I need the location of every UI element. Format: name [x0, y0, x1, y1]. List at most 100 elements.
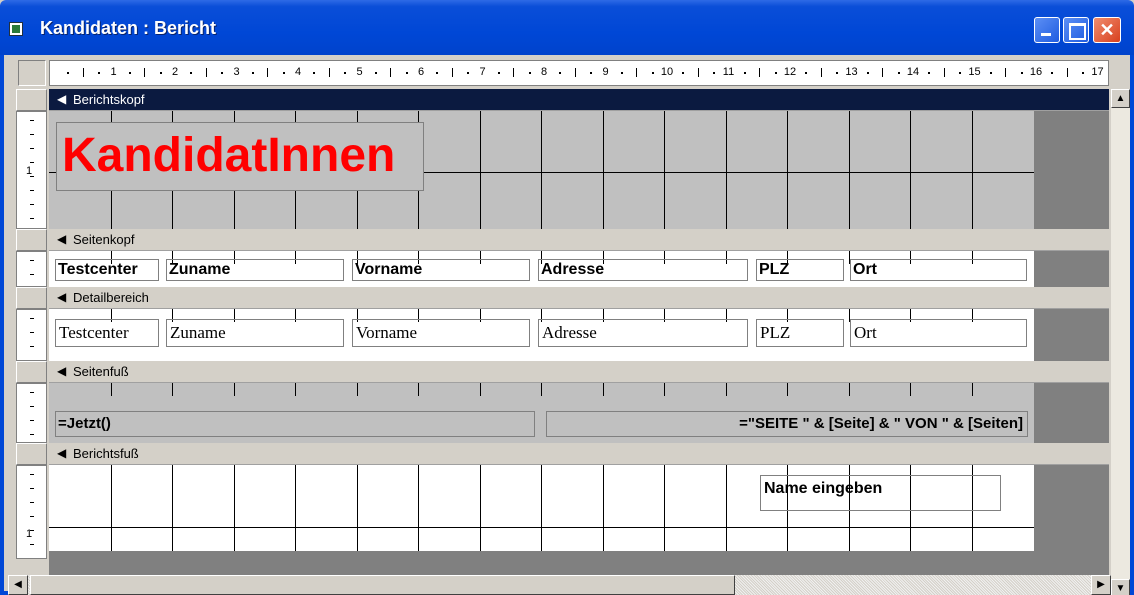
section-bar-detail[interactable]: ◀ Detailbereich: [49, 287, 1109, 309]
grid-line: [725, 465, 727, 551]
vertical-scrollbar[interactable]: ▲ ▼: [1111, 89, 1130, 595]
section-label: Seitenkopf: [73, 232, 135, 247]
ruler-tick: [436, 72, 439, 74]
grid-line: [725, 111, 727, 229]
field-testcenter[interactable]: Testcenter: [55, 319, 159, 347]
ruler-tick: [30, 434, 34, 435]
ruler-number: 6: [417, 66, 425, 78]
grid-line: [787, 383, 788, 396]
close-button[interactable]: ✕: [1093, 17, 1121, 43]
section-arrow-icon: ◀: [57, 446, 67, 460]
minimize-button[interactable]: [1034, 17, 1060, 43]
field-date-expression[interactable]: =Jetzt(): [55, 411, 535, 437]
grid-line: [541, 465, 542, 551]
section-selector[interactable]: [16, 443, 47, 465]
ruler-tick: [1020, 72, 1023, 74]
vertical-ruler-segment: [16, 309, 47, 361]
report-icon[interactable]: [9, 22, 23, 36]
grid-line: [787, 111, 788, 229]
label-adresse[interactable]: Adresse: [538, 259, 748, 281]
ruler-tick: [30, 274, 34, 275]
ruler-tick: [390, 68, 392, 77]
field-ort[interactable]: Ort: [850, 319, 1027, 347]
scroll-thumb[interactable]: [30, 575, 735, 595]
horizontal-scrollbar[interactable]: ◀ ▶: [8, 575, 1111, 595]
ruler-number: 14: [906, 66, 920, 78]
report-selector[interactable]: [18, 60, 46, 86]
ruler-number: 5: [356, 66, 363, 78]
ruler-tick: [697, 68, 699, 77]
ruler-tick: [98, 72, 101, 74]
scroll-down-icon[interactable]: ▼: [1111, 579, 1130, 595]
ruler-number: 7: [479, 66, 486, 78]
scroll-up-icon[interactable]: ▲: [1111, 89, 1130, 108]
ruler-tick: [405, 72, 408, 74]
field-adresse[interactable]: Adresse: [538, 319, 748, 347]
ruler-tick: [467, 72, 470, 74]
ruler-tick: [30, 516, 34, 517]
scroll-left-icon[interactable]: ◀: [8, 575, 28, 595]
vertical-ruler-segment: [16, 251, 47, 287]
ruler-tick: [774, 72, 777, 74]
section-selector[interactable]: [16, 287, 47, 309]
section-bar-page-footer[interactable]: ◀ Seitenfuß: [49, 361, 1109, 383]
ruler-tick: [1066, 68, 1068, 77]
horizontal-ruler[interactable]: 1 2 3 4 5 6 7 8 9 10 11 12 13 14 15 16 17: [49, 60, 1109, 86]
ruler-tick: [513, 68, 515, 77]
field-plz[interactable]: PLZ: [756, 319, 844, 347]
section-selector[interactable]: [16, 229, 47, 251]
ruler-tick: [636, 68, 638, 77]
section-selector[interactable]: [16, 89, 47, 111]
ruler-number: 17: [1091, 66, 1104, 78]
field-vorname[interactable]: Vorname: [352, 319, 530, 347]
label-zuname[interactable]: Zuname: [166, 259, 344, 281]
grid-line: [479, 383, 481, 396]
vertical-ruler-segment: 1: [16, 465, 47, 559]
label-testcenter[interactable]: Testcenter: [55, 259, 159, 281]
section-arrow-icon: ◀: [57, 92, 67, 106]
grid-line: [356, 465, 358, 551]
report-title-label[interactable]: KandidatInnen: [56, 122, 424, 191]
maximize-button[interactable]: [1063, 17, 1089, 43]
label-name-eingeben[interactable]: Name eingeben: [760, 475, 1001, 511]
grid-line: [418, 465, 419, 551]
ruler-tick: [713, 72, 716, 74]
ruler-tick: [989, 72, 992, 74]
ruler-tick: [82, 68, 84, 77]
section-bar-page-header[interactable]: ◀ Seitenkopf: [49, 229, 1109, 251]
section-bar-report-footer[interactable]: ◀ Berichtsfuß: [49, 443, 1109, 465]
grid-line: [848, 383, 850, 396]
ruler-tick: [805, 72, 808, 74]
ruler-tick: [328, 68, 330, 77]
field-zuname[interactable]: Zuname: [166, 319, 344, 347]
ruler-tick: [651, 72, 654, 74]
ruler-tick: [928, 72, 931, 74]
label-vorname[interactable]: Vorname: [352, 259, 530, 281]
title-bar[interactable]: Kandidaten : Bericht ✕: [0, 0, 1134, 55]
ruler-number: 1: [110, 66, 117, 78]
vertical-ruler[interactable]: 1 1: [16, 89, 47, 595]
section-label: Berichtsfuß: [73, 446, 139, 461]
section-bar-report-header[interactable]: ◀ Berichtskopf: [49, 89, 1109, 111]
ruler-tick: [743, 72, 746, 74]
ruler-tick: [30, 488, 34, 489]
section-arrow-icon: ◀: [57, 364, 67, 378]
close-icon: ✕: [1099, 20, 1115, 40]
scroll-right-icon[interactable]: ▶: [1091, 575, 1111, 595]
ruler-tick: [205, 68, 207, 77]
grid-line: [602, 111, 604, 229]
section-label: Seitenfuß: [73, 364, 129, 379]
section-selector[interactable]: [16, 361, 47, 383]
grid-line: [664, 111, 665, 229]
ruler-number: 8: [540, 66, 548, 78]
field-page-expression[interactable]: ="SEITE " & [Seite] & " VON " & [Seiten]: [546, 411, 1028, 437]
ruler-tick: [559, 72, 562, 74]
grid-line: [295, 465, 296, 551]
ruler-tick: [1051, 72, 1054, 74]
label-ort[interactable]: Ort: [850, 259, 1027, 281]
label-plz[interactable]: PLZ: [756, 259, 844, 281]
grid-line: [848, 111, 850, 229]
design-surface[interactable]: ◀ Berichtskopf KandidatInnen ◀ Seitenkop…: [49, 89, 1109, 595]
ruler-tick: [682, 72, 685, 74]
ruler-tick: [344, 72, 347, 74]
